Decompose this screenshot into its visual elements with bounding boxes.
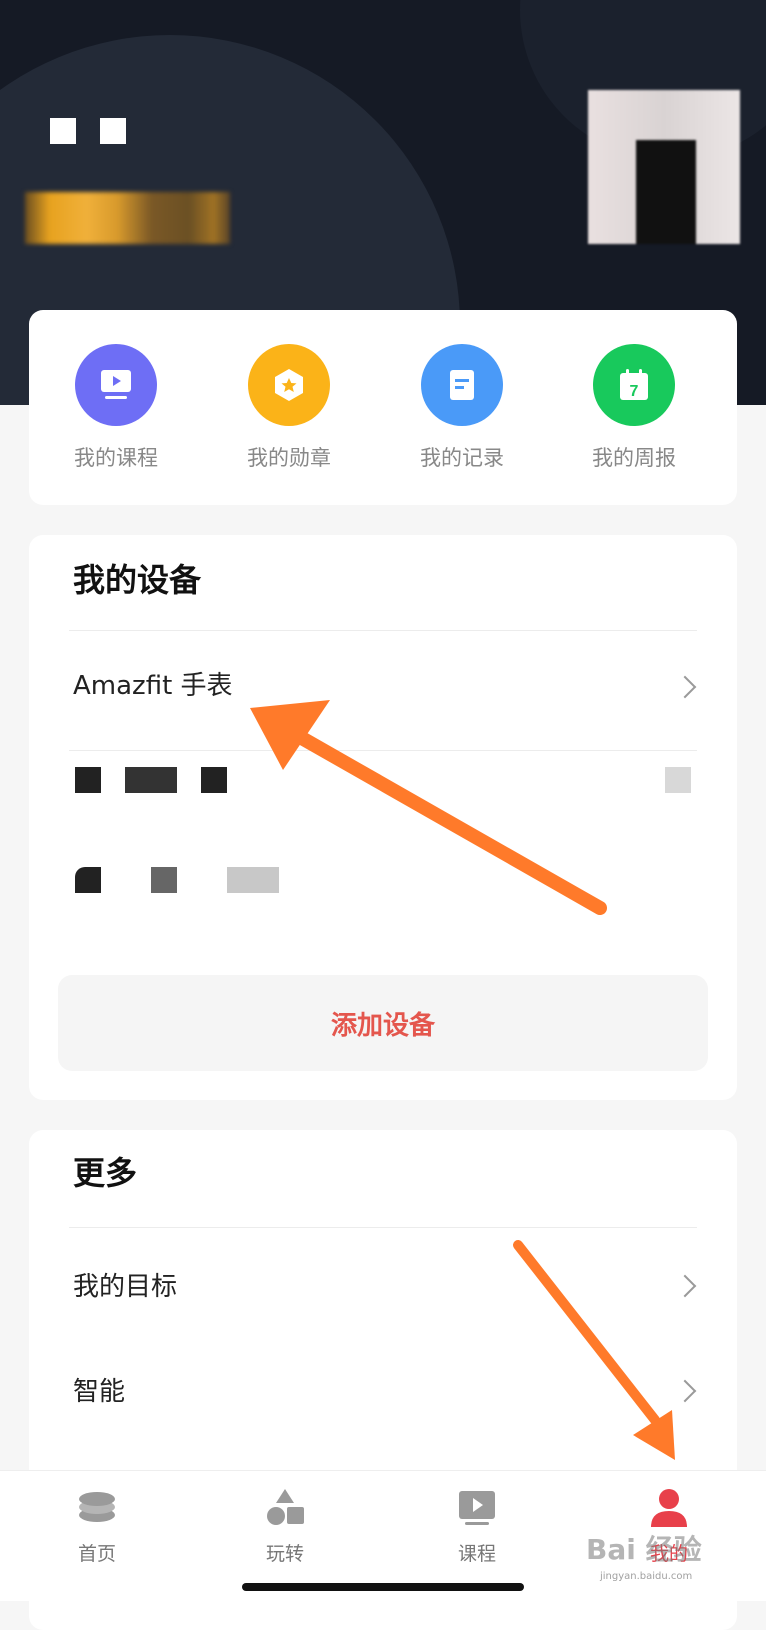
quick-label: 我的勋章	[247, 446, 331, 470]
play-video-icon	[459, 1491, 495, 1525]
divider	[69, 750, 697, 751]
tab-label: 首页	[77, 1543, 116, 1565]
device-row-blurred-1[interactable]	[29, 755, 737, 855]
quick-label: 我的课程	[74, 446, 158, 470]
more-row-my-goals[interactable]: 我的目标	[29, 1230, 737, 1335]
chevron-right-icon	[673, 1379, 697, 1403]
watermark-url: jingyan.baidu.com	[600, 1571, 693, 1582]
devices-card: 我的设备 Amazfit 手表 添加设备	[29, 535, 737, 1100]
blurred-text	[201, 767, 227, 793]
quick-label: 我的记录	[420, 446, 504, 470]
record-doc-icon	[421, 344, 503, 426]
chevron-right-icon	[673, 675, 697, 699]
blurred-text	[151, 867, 177, 893]
divider	[69, 630, 697, 631]
devices-title: 我的设备	[73, 561, 202, 599]
tab-label: 课程	[457, 1543, 496, 1565]
quick-my-medals[interactable]: 我的勋章	[214, 344, 364, 472]
course-play-icon	[75, 344, 157, 426]
blurred-text	[75, 767, 101, 793]
watermark-logo: Bai 经验	[586, 1533, 702, 1566]
calendar-7-icon: 7	[593, 344, 675, 426]
tab-home[interactable]: 首页	[32, 1485, 162, 1566]
divider	[69, 1227, 697, 1228]
quick-my-records[interactable]: 我的记录	[387, 344, 537, 472]
row-label: 我的目标	[73, 1272, 178, 1302]
medal-star-icon	[248, 344, 330, 426]
calendar-day-text: 7	[630, 383, 639, 400]
device-row-blurred-2[interactable]	[29, 855, 737, 955]
device-row-amazfit[interactable]: Amazfit 手表	[29, 645, 737, 755]
avatar[interactable]	[588, 90, 740, 244]
more-row-smart[interactable]: 智能	[29, 1335, 737, 1440]
blurred-text	[227, 867, 279, 893]
profile-icon	[651, 1489, 687, 1527]
home-coins-icon	[79, 1492, 115, 1522]
home-indicator[interactable]	[242, 1583, 524, 1591]
device-name: Amazfit 手表	[73, 671, 233, 701]
tab-courses[interactable]: 课程	[412, 1485, 542, 1566]
more-title: 更多	[73, 1154, 138, 1192]
row-label: 智能	[73, 1377, 126, 1407]
quick-my-weekly-report[interactable]: 7 我的周报	[559, 344, 709, 472]
quick-my-courses[interactable]: 我的课程	[41, 344, 191, 472]
quick-actions-card: 我的课程 我的勋章 我的记录 7 我的周报	[29, 310, 737, 505]
blurred-text	[75, 867, 101, 893]
tab-play[interactable]: 玩转	[220, 1485, 350, 1566]
blurred-text	[125, 767, 177, 793]
shapes-icon	[267, 1489, 304, 1525]
add-device-button[interactable]: 添加设备	[58, 975, 708, 1071]
blurred-chevron	[665, 767, 691, 793]
blurred-username[interactable]	[25, 192, 230, 244]
chevron-right-icon	[673, 1274, 697, 1298]
tab-label: 玩转	[265, 1543, 304, 1565]
quick-label: 我的周报	[592, 446, 676, 470]
